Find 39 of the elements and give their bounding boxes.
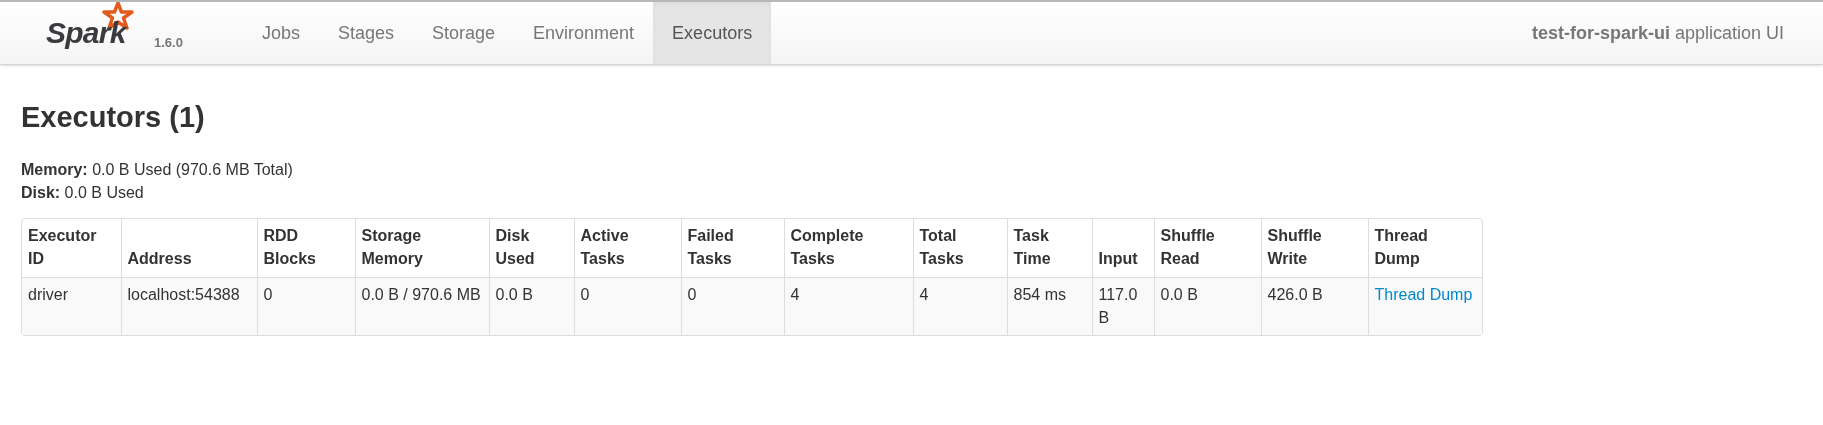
page-heading: Executors (1) [21, 103, 206, 132]
column-header: Input [1092, 219, 1154, 278]
table-cell: 0.0 B [1154, 277, 1261, 335]
table-cell: driver [22, 277, 121, 335]
nav-tab[interactable]: Environment [514, 2, 654, 64]
nav-tab[interactable]: Stages [318, 2, 413, 64]
summary-line: Memory: 0.0 B Used (970.6 MB Total) [21, 160, 294, 180]
table-cell: 0 [574, 277, 681, 335]
table-cell: 854 ms [1007, 277, 1092, 335]
table-cell: 117.0 B [1092, 277, 1154, 335]
nav-tab[interactable]: Jobs [242, 2, 319, 64]
table-cell: 0.0 B / 970.6 MB [355, 277, 489, 335]
column-header: RDD Blocks [257, 219, 355, 278]
column-header: Disk Used [489, 219, 574, 278]
thread-dump-link[interactable]: Thread Dump [1374, 286, 1473, 303]
nav-tab[interactable]: Executors [653, 2, 772, 64]
table-cell: 4 [784, 277, 913, 335]
column-header: Total Tasks [913, 219, 1007, 278]
table-cell: 426.0 B [1261, 277, 1368, 335]
column-header: Shuffle Write [1261, 219, 1368, 278]
column-header: Failed Tasks [681, 219, 784, 278]
table-cell: 4 [913, 277, 1007, 335]
table-cell: 0.0 B [489, 277, 574, 335]
version-label: 1.6.0 [154, 33, 183, 52]
column-header: Shuffle Read [1154, 219, 1261, 278]
table-cell: 0 [681, 277, 784, 335]
application-name: test-for-spark-ui application UI [1531, 21, 1784, 45]
summary-line: Disk: 0.0 B Used [21, 183, 145, 203]
table-cell: 0 [257, 277, 355, 335]
column-header: Thread Dump [1368, 219, 1482, 278]
column-header: Storage Memory [355, 219, 489, 278]
column-header: Complete Tasks [784, 219, 913, 278]
column-header: Active Tasks [574, 219, 681, 278]
nav-tab[interactable]: Storage [413, 2, 515, 64]
table-cell: localhost:54388 [121, 277, 257, 335]
logo-text: Spark [46, 18, 126, 48]
column-header: Task Time [1007, 219, 1092, 278]
column-header: Executor ID [22, 219, 121, 278]
column-header: Address [121, 219, 257, 278]
